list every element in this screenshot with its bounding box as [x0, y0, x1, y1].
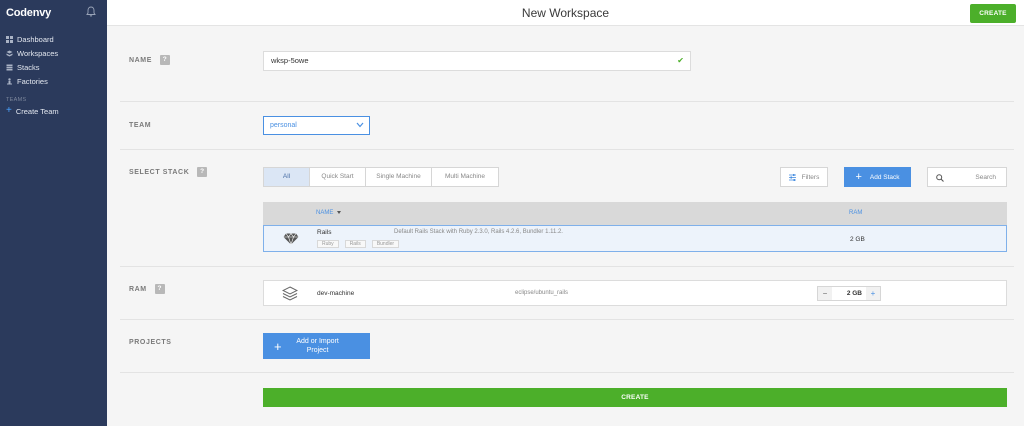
select-stack-label: SELECT STACK [129, 168, 190, 176]
search-placeholder: Search [975, 174, 996, 181]
sidebar-item-label: Factories [17, 76, 48, 86]
help-icon[interactable]: ? [160, 55, 171, 65]
workspace-name-value: wksp-5owe [271, 56, 309, 65]
ram-section-label: RAM ? [129, 284, 165, 294]
divider [120, 319, 1014, 320]
machine-image: eclipse/ubuntu_rails [515, 290, 569, 296]
create-team-link[interactable]: + Create Team [6, 106, 59, 116]
workspaces-icon [6, 50, 13, 56]
tab-quick-start[interactable]: Quick Start [310, 168, 366, 186]
page-title: New Workspace [521, 6, 610, 20]
stack-section-label: SELECT STACK ? [129, 167, 208, 177]
sidebar: Codenvy Dashboard Workspaces Stacks Fact… [0, 0, 107, 426]
sidebar-item-dashboard[interactable]: Dashboard [6, 32, 58, 46]
ram-value[interactable]: 2 GB [832, 287, 866, 300]
stack-tags: Ruby Rails Bundler [317, 240, 405, 248]
add-import-project-button[interactable]: + Add or Import Project [263, 333, 370, 359]
divider [120, 101, 1014, 102]
help-icon[interactable]: ? [154, 284, 165, 294]
add-project-label: Add or Import Project [296, 338, 339, 354]
rails-gem-icon [283, 233, 299, 245]
add-stack-button[interactable]: + Add Stack [844, 167, 911, 187]
divider [120, 149, 1014, 150]
stack-filter-tabs: All Quick Start Single Machine Multi Mac… [263, 167, 499, 187]
ram-stepper: − 2 GB + [817, 286, 881, 301]
team-select-value: personal [270, 122, 297, 129]
name-label: NAME [129, 56, 153, 64]
ram-decrease-button[interactable]: − [818, 287, 832, 300]
team-section-label: TEAM [129, 122, 151, 129]
stack-ram: 2 GB [850, 236, 865, 243]
add-stack-label: Add Stack [869, 173, 900, 181]
stack-name: Rails [317, 229, 332, 236]
filters-button[interactable]: Filters [780, 167, 828, 187]
table-row[interactable]: Rails Default Rails Stack with Ruby 2.3.… [263, 225, 1007, 252]
projects-section-label: PROJECTS [129, 339, 172, 346]
sidebar-item-label: Stacks [17, 62, 40, 72]
divider [120, 266, 1014, 267]
tag-badge: Bundler [371, 240, 400, 248]
plus-icon: + [855, 170, 862, 183]
stack-search-input[interactable]: Search [927, 167, 1007, 187]
stacks-table-header: NAME RAM [263, 202, 1007, 225]
sidebar-item-label: Dashboard [17, 34, 54, 44]
sidebar-item-workspaces[interactable]: Workspaces [6, 46, 58, 60]
machine-name: dev-machine [317, 290, 355, 297]
name-section-label: NAME ? [129, 55, 171, 65]
search-icon [936, 174, 944, 182]
page-header: New Workspace CREATE [107, 0, 1024, 26]
filters-label: Filters [801, 173, 820, 181]
projects-label: PROJECTS [129, 339, 172, 346]
stacks-icon [6, 64, 13, 70]
column-name-label: NAME [316, 210, 334, 216]
create-button-top[interactable]: CREATE [970, 4, 1016, 23]
ram-label: RAM [129, 285, 147, 293]
dashboard-icon [6, 35, 13, 43]
stack-description: Default Rails Stack with Ruby 2.3.0, Rai… [394, 229, 563, 235]
tab-all[interactable]: All [264, 168, 310, 186]
column-header-ram[interactable]: RAM [849, 210, 862, 216]
tab-multi-machine[interactable]: Multi Machine [432, 168, 498, 186]
machine-row: dev-machine eclipse/ubuntu_rails − 2 GB … [263, 280, 1007, 306]
tag-badge: Rails [344, 240, 366, 248]
teams-heading: TEAMS [6, 97, 27, 103]
column-header-name[interactable]: NAME [316, 210, 342, 216]
divider [120, 372, 1014, 373]
tab-single-machine[interactable]: Single Machine [366, 168, 432, 186]
team-label: TEAM [129, 122, 152, 129]
sidebar-item-label: Workspaces [17, 48, 59, 58]
check-icon: ✔ [677, 56, 684, 65]
plus-icon: + [6, 105, 12, 116]
bell-icon[interactable] [86, 6, 96, 17]
filters-icon [788, 173, 796, 181]
tag-badge: Ruby [317, 240, 339, 248]
create-button-bottom[interactable]: CREATE [263, 388, 1007, 407]
workspace-name-input[interactable]: wksp-5owe ✔ [263, 51, 691, 71]
plus-icon: + [274, 338, 282, 354]
ram-increase-button[interactable]: + [866, 287, 880, 300]
codenvy-logo[interactable]: Codenvy [6, 7, 51, 19]
sort-desc-icon [337, 210, 342, 214]
help-icon[interactable]: ? [197, 167, 208, 177]
team-select[interactable]: personal [263, 116, 370, 135]
layers-icon [282, 286, 298, 301]
factories-icon [7, 77, 12, 84]
create-team-label: Create Team [15, 106, 59, 116]
sidebar-nav: Dashboard Workspaces Stacks Factories [6, 32, 58, 88]
sidebar-item-factories[interactable]: Factories [6, 74, 58, 88]
chevron-down-icon [356, 122, 364, 128]
sidebar-item-stacks[interactable]: Stacks [6, 60, 58, 74]
